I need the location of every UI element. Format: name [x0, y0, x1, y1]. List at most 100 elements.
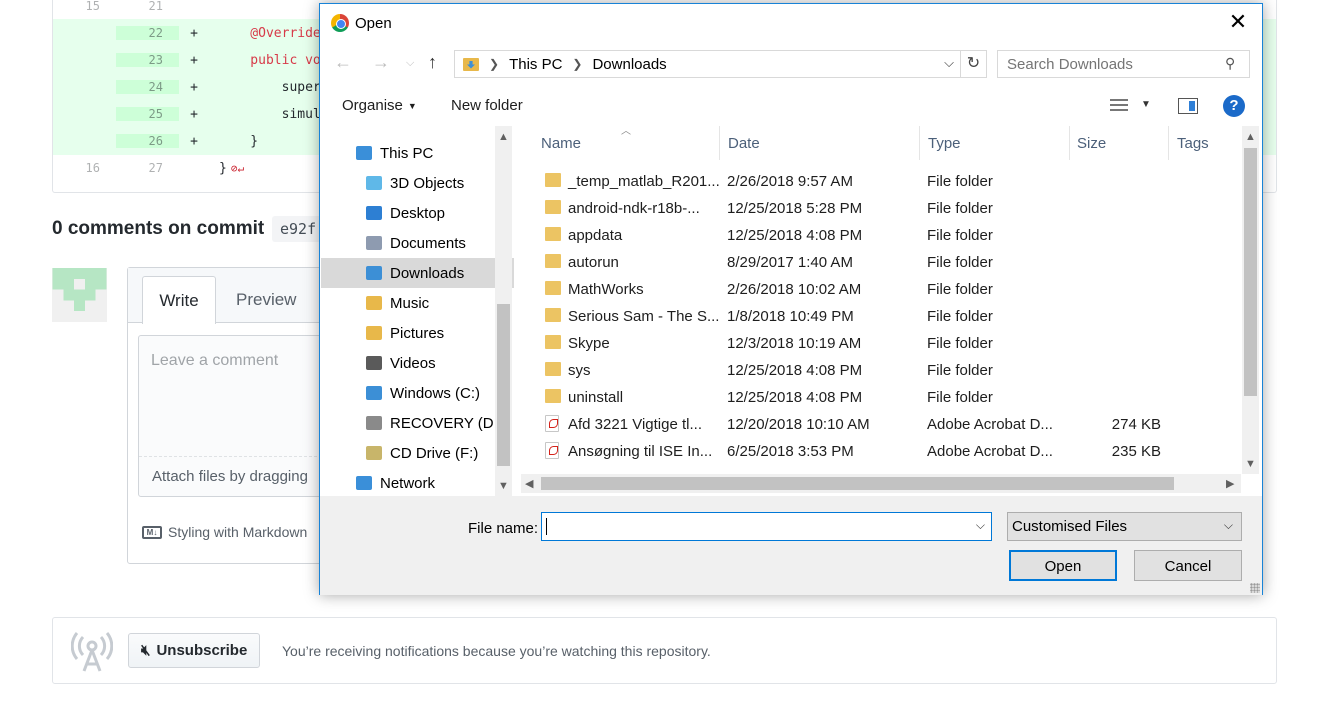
back-arrow-icon[interactable]: ← [334, 52, 352, 73]
drive-c-icon [366, 386, 382, 400]
pdf-file-icon [545, 415, 559, 432]
file-row[interactable]: _temp_matlab_R201... 2/26/2018 9:57 AM Fil… [521, 168, 1241, 195]
scroll-up-icon[interactable]: ▲ [1245, 131, 1256, 143]
folder-icon [545, 281, 561, 295]
nav-item[interactable]: CD Drive (F:) [321, 438, 514, 468]
avatar[interactable] [52, 268, 107, 322]
nav-item[interactable]: Videos [321, 348, 514, 378]
file-row[interactable]: autorun 8/29/2017 1:40 AM File folder [521, 249, 1241, 276]
nav-item[interactable]: Windows (C:) [321, 378, 514, 408]
diff-sign: + [190, 133, 198, 149]
column-header-tags[interactable]: Tags [1177, 126, 1241, 160]
forward-arrow-icon[interactable]: → [372, 52, 390, 73]
file-type: File folder [927, 200, 993, 217]
column-header-type[interactable]: Type [928, 126, 1070, 160]
file-row[interactable]: Afd 3221 Vigtige tl... 12/20/2018 10:10 A… [521, 411, 1241, 438]
file-list-horizontal-scrollbar[interactable]: ◀ ▶ [521, 474, 1241, 493]
file-date: 12/25/2018 4:08 PM [727, 389, 863, 406]
nav-item[interactable]: Network [321, 468, 514, 496]
file-row[interactable]: MathWorks 2/26/2018 10:02 AM File folder [521, 276, 1241, 303]
scrollbar-thumb[interactable] [541, 477, 1174, 490]
old-line-number[interactable]: 16 [53, 161, 116, 175]
new-line-number[interactable]: 27 [116, 161, 179, 175]
commit-sha[interactable]: e92f [272, 216, 325, 242]
nav-item[interactable]: RECOVERY (D:) [321, 408, 514, 438]
markdown-note-label: Styling with Markdown [168, 524, 308, 540]
file-row[interactable]: android-ndk-r18b-... 12/25/2018 5:28 PM Fi… [521, 195, 1241, 222]
file-row[interactable]: appdata 12/25/2018 4:08 PM File folder [521, 222, 1241, 249]
resize-grip-icon[interactable] [1250, 583, 1260, 593]
nav-item-label: RECOVERY (D:) [390, 414, 503, 432]
close-icon[interactable]: ✕ [1226, 10, 1250, 34]
up-arrow-icon[interactable]: ↑ [428, 52, 437, 73]
scrollbar-thumb[interactable] [1244, 148, 1257, 396]
file-name-input[interactable]: ⌵ [541, 512, 992, 541]
tab-write[interactable]: Write [142, 276, 216, 324]
file-type-select[interactable]: Customised Files ⌵ [1007, 512, 1242, 541]
nav-item-label: Desktop [390, 204, 446, 222]
open-button[interactable]: Open [1009, 550, 1117, 581]
nav-item[interactable]: Documents [321, 228, 514, 258]
file-list-vertical-scrollbar[interactable]: ▲ ▼ [1242, 126, 1259, 474]
old-line-number[interactable]: 15 [53, 0, 116, 13]
file-row[interactable]: Serious Sam - The S... 1/8/2018 10:49 PM F… [521, 303, 1241, 330]
chevron-down-icon[interactable]: ⌵ [944, 55, 954, 71]
nav-item[interactable]: Desktop [321, 198, 514, 228]
new-line-number[interactable]: 25 [116, 107, 179, 121]
markdown-icon: M↓ [142, 525, 162, 539]
scroll-down-icon[interactable]: ▼ [1245, 458, 1256, 470]
help-icon[interactable]: ? [1223, 95, 1245, 117]
new-line-number[interactable]: 24 [116, 80, 179, 94]
column-header-date[interactable]: Date [728, 126, 920, 160]
breadcrumb-this-pc[interactable]: This PC [509, 56, 562, 73]
search-input[interactable] [997, 50, 1250, 78]
chevron-down-icon[interactable]: ⌵ [976, 518, 985, 533]
new-line-number[interactable]: 21 [116, 0, 179, 13]
file-type: File folder [927, 281, 993, 298]
nav-item[interactable]: Pictures [321, 318, 514, 348]
cd-drive-icon [366, 446, 382, 460]
file-type: File folder [927, 227, 993, 244]
nav-item[interactable]: Downloads [321, 258, 514, 288]
dialog-titlebar[interactable]: Open ✕ [320, 4, 1262, 42]
scroll-down-icon[interactable]: ▼ [498, 480, 509, 492]
column-header-label: Size [1077, 134, 1107, 152]
scroll-left-icon[interactable]: ◀ [525, 477, 533, 490]
recent-locations-chevron-icon[interactable]: ⌵ [406, 57, 414, 70]
navigation-pane-scrollbar[interactable]: ▲ ▼ [495, 126, 512, 496]
file-row[interactable]: Skype 12/3/2018 10:19 AM File folder [521, 330, 1241, 357]
markdown-help-link[interactable]: M↓ Styling with Markdown [142, 524, 307, 540]
nav-item[interactable]: Music [321, 288, 514, 318]
new-line-number[interactable]: 22 [116, 26, 179, 40]
diff-code: public vo [219, 52, 321, 68]
navigation-row: ← → ⌵ ↑ ❯ This PC ❯ Downloads ⌵ ↻ ⚲ [320, 48, 1262, 80]
organise-button[interactable]: Organise ▼ [342, 97, 417, 114]
breadcrumb-downloads[interactable]: Downloads [592, 56, 666, 73]
file-row[interactable]: uninstall 12/25/2018 4:08 PM File folder [521, 384, 1241, 411]
new-line-number[interactable]: 26 [116, 134, 179, 148]
new-line-number[interactable]: 23 [116, 53, 179, 67]
file-row[interactable]: Ansøgning til ISE In... 6/25/2018 3:53 PM… [521, 438, 1241, 465]
navigation-pane: This PC 3D Objects Desktop Documents Downloa… [321, 126, 514, 496]
comment-placeholder: Leave a comment [151, 352, 279, 369]
scroll-right-icon[interactable]: ▶ [1226, 477, 1234, 490]
scroll-up-icon[interactable]: ▲ [498, 131, 509, 143]
view-options-icon[interactable] [1110, 99, 1128, 113]
file-row[interactable]: sys 12/25/2018 4:08 PM File folder [521, 357, 1241, 384]
folder-icon [545, 389, 561, 403]
tab-preview[interactable]: Preview [236, 290, 296, 310]
nav-item[interactable]: This PC [321, 138, 514, 168]
new-folder-button[interactable]: New folder [451, 97, 523, 114]
scrollbar-thumb[interactable] [497, 304, 510, 466]
videos-icon [366, 356, 382, 370]
3d-objects-icon [366, 176, 382, 190]
chevron-down-icon[interactable]: ▼ [1141, 99, 1151, 110]
column-header-size[interactable]: Size [1077, 126, 1169, 160]
refresh-icon[interactable]: ↻ [960, 51, 986, 77]
unsubscribe-button[interactable]: 🔇︎ Unsubscribe [128, 633, 261, 668]
preview-pane-icon[interactable] [1178, 98, 1198, 114]
documents-icon [366, 236, 382, 250]
cancel-button[interactable]: Cancel [1134, 550, 1242, 581]
address-bar[interactable]: ❯ This PC ❯ Downloads ⌵ ↻ [454, 50, 987, 78]
nav-item[interactable]: 3D Objects [321, 168, 514, 198]
